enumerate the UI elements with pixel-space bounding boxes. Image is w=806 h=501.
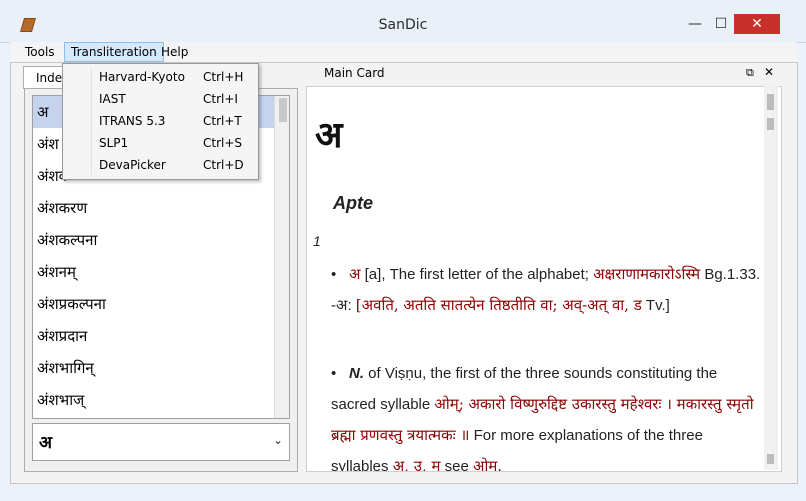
card-scroll-up[interactable]	[767, 94, 774, 110]
sanskrit-text: अक्षराणामकारोऽस्मि	[593, 265, 701, 283]
bullet: •	[331, 365, 337, 382]
maximize-button[interactable]: ☐	[708, 14, 734, 34]
entry-abbreviation: N.	[349, 365, 364, 382]
list-item[interactable]: अंशप्रकल्पना	[33, 288, 289, 320]
index-scroll-thumb[interactable]	[279, 98, 287, 122]
menu-item-itrans[interactable]: ITRANS 5.3	[99, 110, 165, 132]
menu-transliteration[interactable]: Transliteration	[64, 42, 164, 62]
menu-item-devapicker[interactable]: DevaPicker	[99, 154, 166, 176]
chevron-down-icon[interactable]: ⌄	[273, 433, 283, 447]
list-item[interactable]: अंशभागिन्	[33, 352, 289, 384]
entry-text: Tv.]	[641, 297, 670, 314]
sanskrit-text: अ	[349, 265, 361, 283]
menu-item-iast[interactable]: IAST	[99, 88, 126, 110]
bullet: •	[331, 266, 337, 283]
entry-text: [a], The first letter of the alphabet;	[360, 266, 594, 283]
card-header: Main Card ⧉ ✕	[306, 65, 780, 84]
list-item[interactable]: अंशनम्	[33, 256, 289, 288]
menu-shortcut: Ctrl+T	[203, 114, 242, 128]
card-title: Main Card	[324, 66, 385, 80]
close-button[interactable]: ✕	[734, 14, 780, 34]
menu-shortcut: Ctrl+H	[203, 70, 244, 84]
menu-separator	[91, 68, 92, 175]
list-item[interactable]: अंशभाज्	[33, 384, 289, 416]
sense-number: 1	[313, 233, 321, 249]
sanskrit-text: ओम्.	[472, 457, 503, 472]
search-dropdown[interactable]: अ ⌄	[32, 423, 290, 461]
sanskrit-text: अ, उ, म	[392, 457, 441, 472]
entry-paragraph-2: • N. of Viṣṇu, the first of the three sou…	[331, 359, 761, 472]
menu-item-harvard-kyoto[interactable]: Harvard-Kyoto	[99, 66, 185, 88]
list-item[interactable]: अंशप्रदान	[33, 320, 289, 352]
list-item[interactable]: अंशकरण	[33, 192, 289, 224]
title-bar: SanDic — ☐ ✕	[0, 0, 806, 43]
menu-shortcut: Ctrl+S	[203, 136, 243, 150]
minimize-button[interactable]: —	[682, 14, 708, 34]
menu-help[interactable]: Help	[155, 42, 194, 62]
transliteration-dropdown-menu: Harvard-Kyoto Ctrl+H IAST Ctrl+I ITRANS …	[62, 63, 259, 180]
menu-bar: Tools Transliteration Help	[10, 42, 796, 62]
entry-paragraph-1: • अ [a], The first letter of the alphabet…	[331, 259, 761, 321]
restore-icon[interactable]: ⧉	[746, 66, 754, 80]
menu-item-slp1[interactable]: SLP1	[99, 132, 128, 154]
dropdown-value: अ	[39, 433, 52, 453]
sanskrit-text: [अवति, अतति सातत्येन तिष्ठतीति वा; अव्-अ…	[355, 296, 642, 314]
main-card: अ Apte 1 • अ [a], The first letter of the…	[306, 86, 782, 472]
list-item[interactable]: अंशकल्पना	[33, 224, 289, 256]
menu-tools[interactable]: Tools	[19, 42, 61, 62]
card-scroll-thumb[interactable]	[767, 118, 774, 130]
headword: अ	[315, 114, 343, 156]
close-icon[interactable]: ✕	[764, 65, 774, 79]
menu-shortcut: Ctrl+I	[203, 92, 238, 106]
card-scrollbar[interactable]	[764, 86, 778, 470]
card-scroll-down[interactable]	[767, 454, 774, 464]
menu-shortcut: Ctrl+D	[203, 158, 244, 172]
entry-text: see	[440, 458, 473, 472]
dictionary-name: Apte	[333, 193, 373, 213]
index-scrollbar[interactable]	[274, 96, 289, 418]
